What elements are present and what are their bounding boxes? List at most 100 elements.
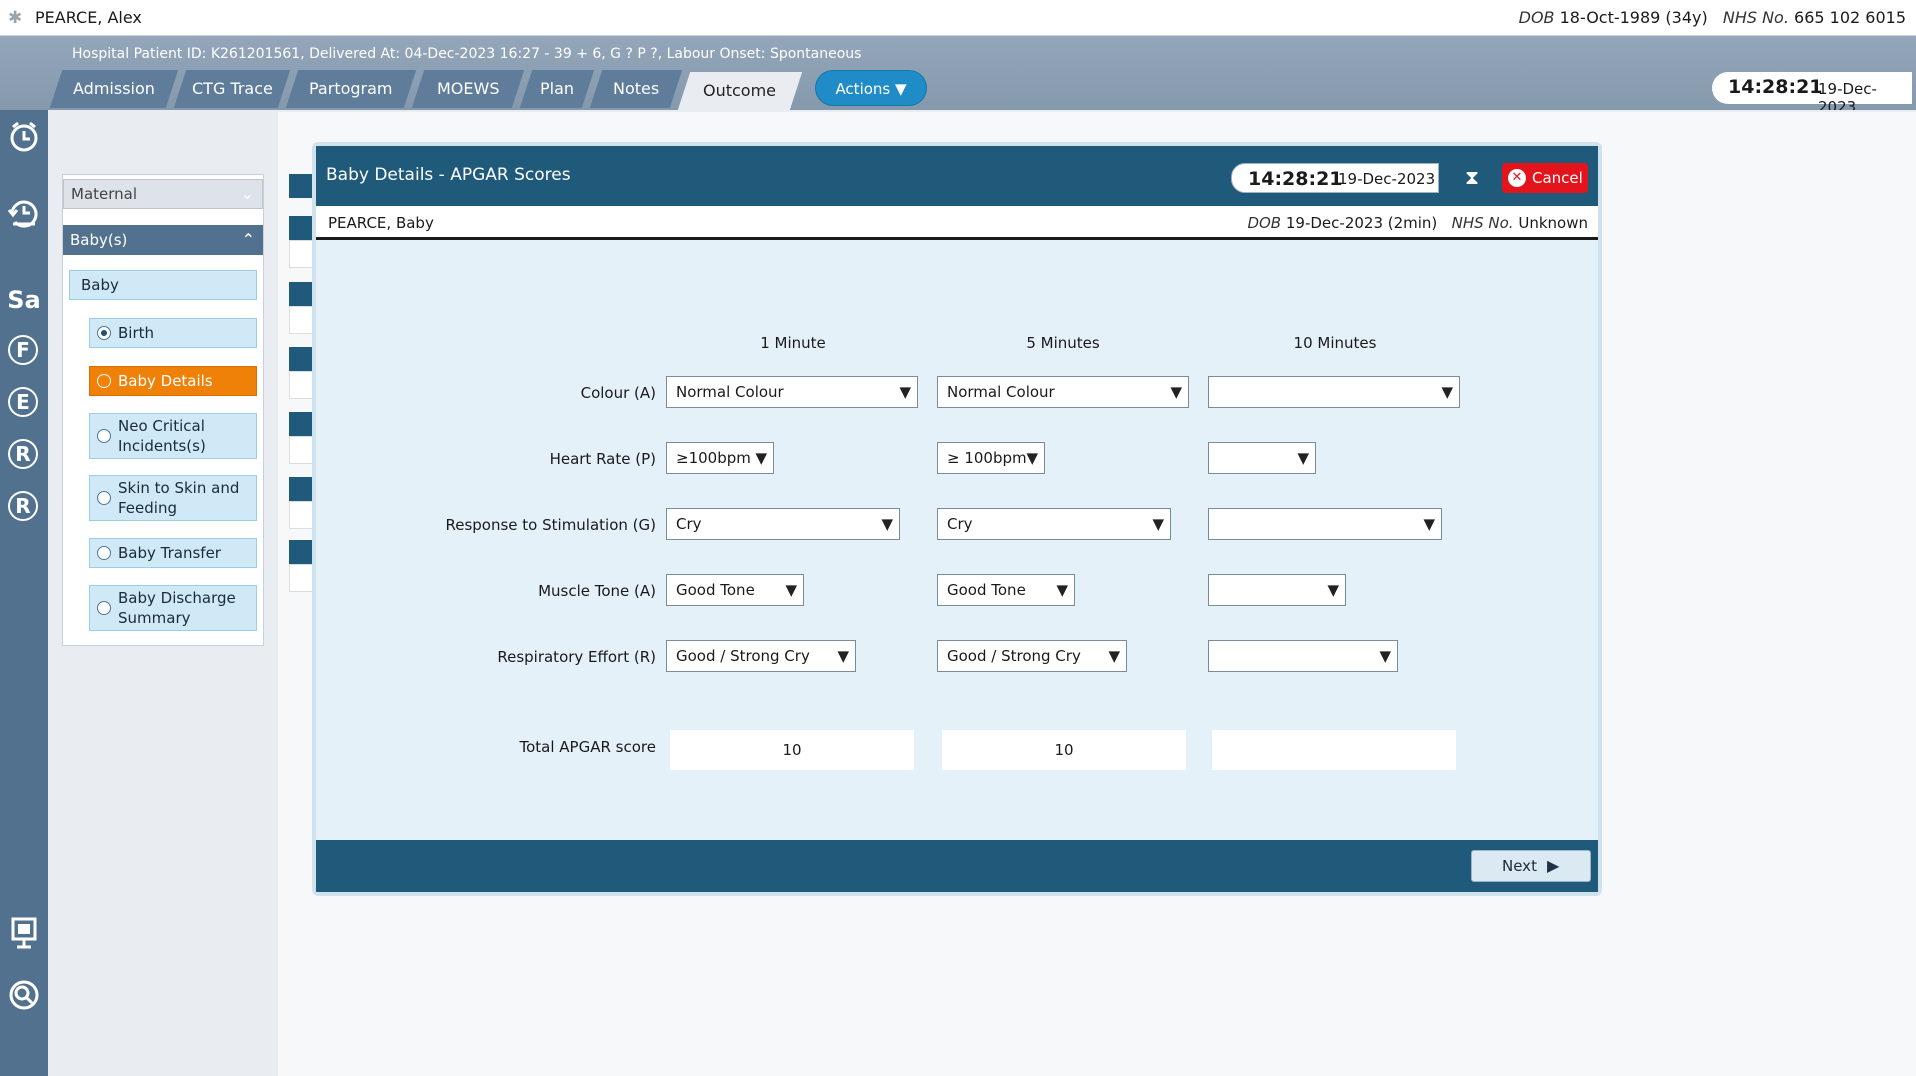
- modal-clock[interactable]: 14:28:21 19-Dec-2023: [1231, 163, 1439, 193]
- rail-letter-f[interactable]: F: [8, 335, 38, 365]
- caret-down-icon: ▼: [881, 515, 893, 533]
- tab-plan[interactable]: Plan: [519, 70, 595, 108]
- total-apgar-label: Total APGAR score: [519, 738, 657, 756]
- nav-item-birth[interactable]: Birth: [89, 318, 257, 348]
- tab-ctg-trace[interactable]: CTG Trace: [173, 70, 291, 108]
- apgar-modal: Baby Details - APGAR Scores 14:28:21 19-…: [312, 142, 1602, 896]
- select-value: Good Tone: [676, 581, 755, 599]
- rail-letter-e[interactable]: E: [8, 387, 38, 417]
- modal-time: 14:28:21: [1248, 168, 1343, 190]
- chevron-up-icon: ⌃: [241, 230, 255, 249]
- colour-5min-select[interactable]: Normal Colour ▼: [937, 376, 1189, 408]
- select-value: Good / Strong Cry: [676, 647, 810, 665]
- bg-block: [289, 412, 313, 436]
- muscle-tone-5min-select[interactable]: Good Tone ▼: [937, 574, 1075, 606]
- bg-block: [289, 306, 313, 334]
- bg-block: [289, 240, 313, 268]
- nav-item-label: Skin to Skin and Feeding: [118, 479, 240, 517]
- column-header-1-minute: 1 Minute: [760, 334, 826, 352]
- alarm-clock-icon[interactable]: [4, 120, 44, 160]
- caret-down-icon: ▼: [1423, 515, 1435, 533]
- tab-notes[interactable]: Notes: [589, 70, 683, 108]
- hourglass-icon[interactable]: ⧗: [1461, 166, 1483, 188]
- bg-block: [289, 216, 313, 240]
- tab-moews[interactable]: MOEWS: [411, 70, 525, 108]
- tab-label: Outcome: [703, 81, 777, 100]
- response-5min-select[interactable]: Cry ▼: [937, 508, 1171, 540]
- radio-icon: [97, 491, 111, 505]
- babys-label: Baby(s): [70, 231, 128, 249]
- history-clock-icon[interactable]: [4, 194, 44, 234]
- bg-block: [289, 282, 313, 306]
- rail-letter-sa[interactable]: Sa: [4, 280, 44, 320]
- cancel-button[interactable]: ✕ Cancel: [1502, 163, 1588, 193]
- muscle-tone-10min-select[interactable]: ▼: [1208, 574, 1346, 606]
- tab-outcome[interactable]: Outcome: [677, 72, 803, 110]
- radio-selected-icon: [97, 326, 111, 340]
- maternal-section[interactable]: Maternal ⌄: [63, 179, 263, 209]
- modal-title: Baby Details - APGAR Scores: [326, 165, 571, 185]
- presentation-icon[interactable]: [4, 916, 44, 956]
- nav-item-neo-critical-incidents[interactable]: Neo Critical Incidents(s): [89, 413, 257, 459]
- play-arrow-icon: ▶: [1547, 856, 1560, 875]
- star-icon[interactable]: ✱: [8, 9, 28, 27]
- nav-item-baby-discharge-summary[interactable]: Baby Discharge Summary: [89, 585, 257, 631]
- actions-button[interactable]: Actions ▼: [815, 70, 927, 106]
- modal-header: Baby Details - APGAR Scores 14:28:21 19-…: [316, 146, 1598, 206]
- colour-10min-select[interactable]: ▼: [1208, 376, 1460, 408]
- select-value: Good Tone: [947, 581, 1026, 599]
- rail-letter-r2[interactable]: R: [8, 491, 38, 521]
- next-label: Next: [1502, 857, 1537, 875]
- heart-rate-10min-select[interactable]: ▼: [1208, 442, 1316, 474]
- select-value: ≥ 100bpm: [947, 449, 1027, 467]
- modal-footer: Next ▶: [316, 840, 1598, 892]
- row-label-heart-rate: Heart Rate (P): [549, 450, 656, 468]
- respiratory-10min-select[interactable]: ▼: [1208, 640, 1398, 672]
- nav-baby[interactable]: Baby: [69, 270, 257, 300]
- patient-banner: ✱ PEARCE, Alex DOB 18-Oct-1989 (34y) NHS…: [0, 0, 1916, 36]
- tab-admission[interactable]: Admission: [49, 70, 179, 108]
- cancel-label: Cancel: [1532, 169, 1583, 187]
- caret-down-icon: ▼: [1327, 581, 1339, 599]
- baby-dob-value: 19-Dec-2023 (2min): [1285, 214, 1438, 232]
- row-label-response: Response to Stimulation (G): [445, 516, 656, 534]
- next-button[interactable]: Next ▶: [1471, 850, 1591, 882]
- tab-partogram[interactable]: Partogram: [285, 70, 417, 108]
- tab-label: CTG Trace: [191, 79, 273, 98]
- actions-label: Actions: [835, 80, 891, 98]
- dob-value: 18-Oct-1989 (34y): [1559, 8, 1708, 27]
- select-value: Normal Colour: [676, 383, 784, 401]
- nav-item-skin-to-skin[interactable]: Skin to Skin and Feeding: [89, 475, 257, 521]
- heart-rate-1min-select[interactable]: ≥100bpm ▼: [666, 442, 774, 474]
- nav-item-baby-details[interactable]: Baby Details: [89, 366, 257, 396]
- babys-section[interactable]: Baby(s) ⌃: [63, 225, 263, 255]
- respiratory-1min-select[interactable]: Good / Strong Cry ▼: [666, 640, 856, 672]
- search-icon[interactable]: [4, 978, 44, 1018]
- bg-block: [289, 501, 313, 529]
- muscle-tone-1min-select[interactable]: Good Tone ▼: [666, 574, 804, 606]
- baby-name: PEARCE, Baby: [328, 214, 434, 232]
- tab-label: Notes: [612, 79, 660, 98]
- bg-block: [289, 371, 313, 399]
- row-label-muscle-tone: Muscle Tone (A): [538, 582, 656, 600]
- bg-block: [289, 436, 313, 464]
- rail-letter-r1[interactable]: R: [8, 439, 38, 469]
- baby-nhs-label: NHS No.: [1451, 214, 1514, 232]
- colour-1min-select[interactable]: Normal Colour ▼: [666, 376, 918, 408]
- patient-ids: DOB 18-Oct-1989 (34y) NHS No. 665 102 60…: [1519, 8, 1906, 27]
- baby-banner: PEARCE, Baby DOB 19-Dec-2023 (2min) NHS …: [316, 206, 1598, 240]
- respiratory-5min-select[interactable]: Good / Strong Cry ▼: [937, 640, 1127, 672]
- response-10min-select[interactable]: ▼: [1208, 508, 1442, 540]
- select-value: ≥100bpm: [676, 449, 751, 467]
- select-value: Good / Strong Cry: [947, 647, 1081, 665]
- baby-nhs-value: Unknown: [1518, 214, 1588, 232]
- header-clock: 14:28:21 19-Dec-2023: [1712, 72, 1912, 116]
- baby-dob-label: DOB: [1247, 214, 1282, 232]
- nav-item-baby-transfer[interactable]: Baby Transfer: [89, 538, 257, 568]
- response-1min-select[interactable]: Cry ▼: [666, 508, 900, 540]
- close-icon: ✕: [1508, 169, 1526, 187]
- caret-down-icon: ▼: [1170, 383, 1182, 401]
- heart-rate-5min-select[interactable]: ≥ 100bpm ▼: [937, 442, 1045, 474]
- total-10min-value: [1212, 730, 1456, 770]
- patient-name: PEARCE, Alex: [35, 8, 142, 27]
